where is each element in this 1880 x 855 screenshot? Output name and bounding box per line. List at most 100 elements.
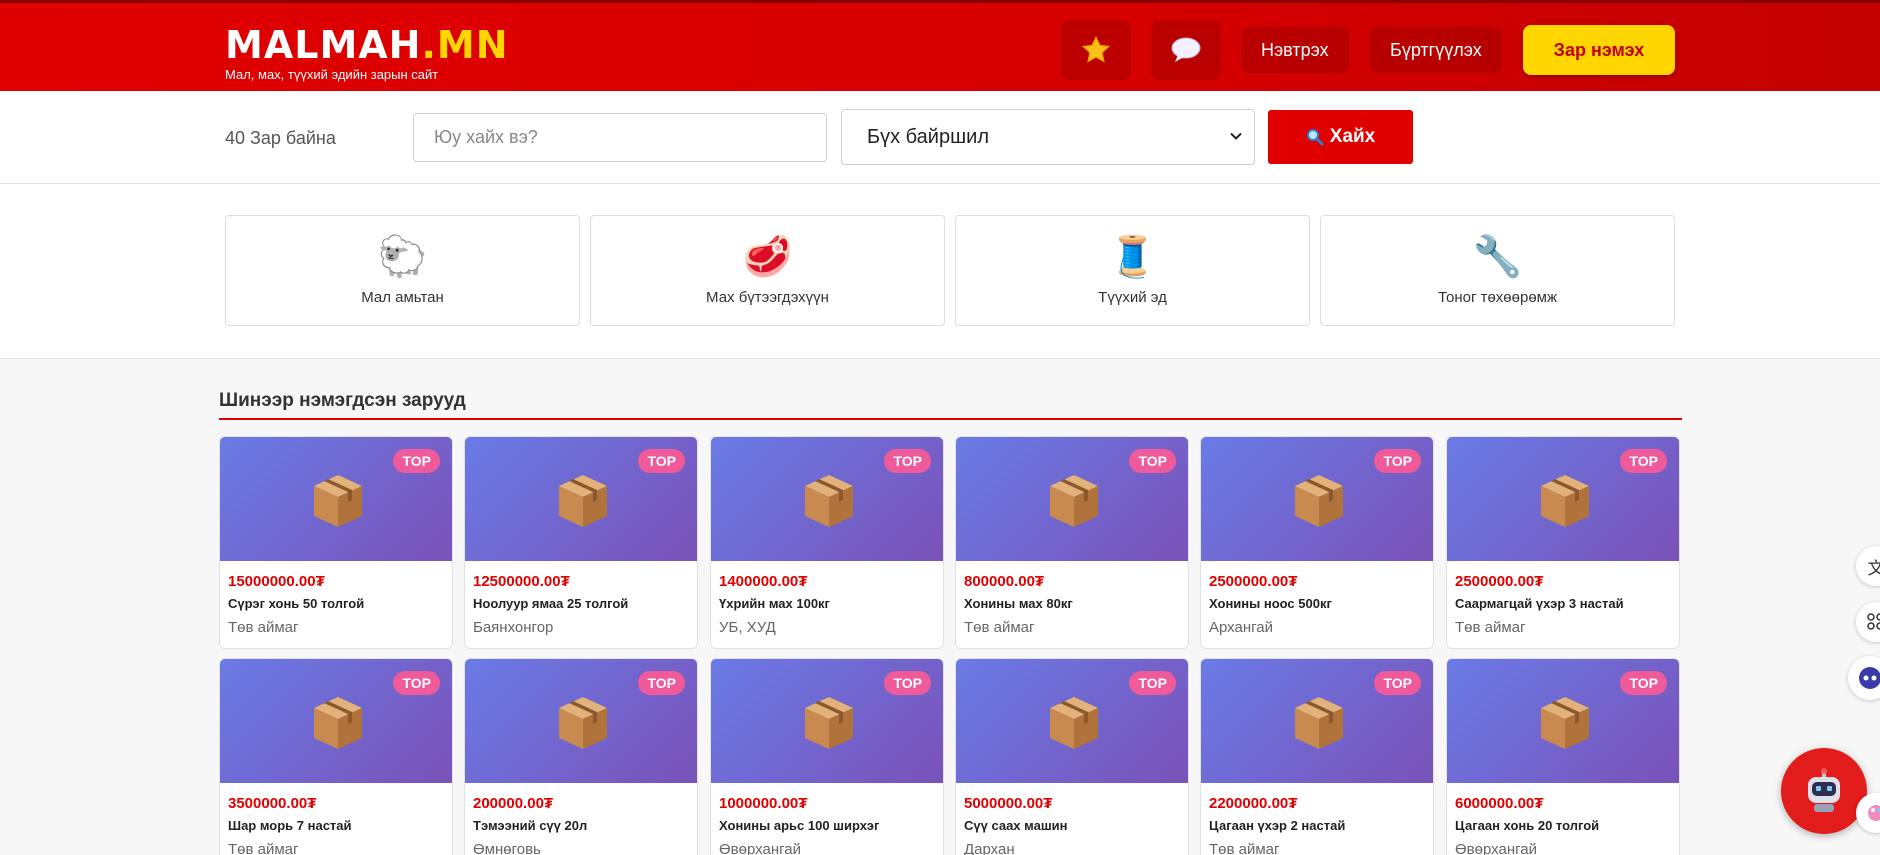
assistant-face-icon[interactable] [1848,656,1880,700]
location-select-value: Бүх байршил [867,125,989,148]
listing-location: Дархан [964,841,1015,855]
register-button[interactable]: Бүртгүүлэх [1370,27,1502,73]
listing-price: 2500000.00₮ [1455,573,1544,590]
listing-card[interactable]: TOP 200000.00₮ Тэмээний сүү 20л Өмнөговь [464,658,698,855]
listing-location: Өмнөговь [473,841,541,855]
apps-grid-icon[interactable] [1856,602,1880,642]
listing-location: Төв аймаг [228,619,299,636]
package-icon [314,697,362,749]
listing-card[interactable]: TOP 15000000.00₮ Сүрэг хонь 50 толгой Төв а… [219,436,453,649]
listing-price: 2200000.00₮ [1209,795,1298,812]
package-icon [1541,475,1589,527]
chat-bubble-icon [1171,37,1201,62]
package-icon [559,697,607,749]
chatbot-button[interactable] [1781,748,1867,834]
assistant-face-glyph [1859,667,1880,689]
package-icon [1541,697,1589,749]
listing-card[interactable]: TOP 3500000.00₮ Шар морь 7 настай Төв аймаг [219,658,453,855]
messages-button[interactable] [1151,20,1221,80]
listing-card[interactable]: TOP 5000000.00₮ Сүү саах машин Дархан [955,658,1189,855]
top-badge: TOP [1129,449,1176,473]
package-icon [1295,475,1343,527]
listing-title: Ноолуур ямаа 25 толгой [473,596,629,611]
listing-image: TOP [956,437,1188,561]
package-icon [1295,697,1343,749]
category-label: Түүхий эд [1098,289,1167,306]
category-label: Мах бүтээгдэхүүн [706,289,829,306]
category-meat-products[interactable]: 🥩 Мах бүтээгдэхүүн [590,215,945,326]
logo-wordmark: MALMAH.MN [225,23,509,67]
package-icon [1050,697,1098,749]
listing-title: Сүрэг хонь 50 толгой [228,596,365,611]
search-button[interactable]: Хайх [1268,110,1413,164]
listing-image: TOP [465,437,697,561]
search-bar: 40 Зар байна Бүх байршил Хайх [0,91,1880,184]
magnifier-icon [1306,129,1324,146]
favorites-button[interactable] [1061,20,1131,80]
listing-card[interactable]: TOP 2500000.00₮ Саармагцай үхэр 3 настай Тө… [1446,436,1680,649]
listing-image: TOP [1201,659,1433,783]
listing-price: 12500000.00₮ [473,573,570,590]
top-badge: TOP [393,671,440,695]
listing-title: Хонины арьс 100 ширхэг [719,818,880,833]
top-badge: TOP [638,671,685,695]
site-header: MALMAH.MN Мал, мах, түүхий эдийн зарын с… [0,0,1880,91]
category-livestock[interactable]: 🐑 Мал амьтан [225,215,580,326]
top-badge: TOP [1620,671,1667,695]
top-badge: TOP [1620,449,1667,473]
package-icon [1050,475,1098,527]
listing-title: Тэмээний сүү 20л [473,818,588,833]
listing-location: Төв аймаг [964,619,1035,636]
listing-location: Архангай [1209,619,1273,636]
top-badge: TOP [1129,671,1176,695]
category-raw-materials[interactable]: 🧵 Түүхий эд [955,215,1310,326]
listing-title: Хонины ноос 500кг [1209,596,1332,611]
listing-title: Сүү саах машин [964,818,1068,833]
package-icon [805,475,853,527]
sheep-icon: 🐑 [377,235,428,279]
listing-location: Төв аймаг [1455,619,1526,636]
package-icon [805,697,853,749]
listing-location: Өвөрхангай [719,841,801,855]
top-badge: TOP [393,449,440,473]
listing-price: 800000.00₮ [964,573,1045,590]
listing-price: 6000000.00₮ [1455,795,1544,812]
listing-card[interactable]: TOP 12500000.00₮ Ноолуур ямаа 25 толгой Бая… [464,436,698,649]
listing-location: Төв аймаг [228,841,299,855]
listing-price: 1400000.00₮ [719,573,808,590]
package-icon [559,475,607,527]
listing-image: TOP [711,437,943,561]
thread-spool-icon: 🧵 [1107,235,1158,279]
category-label: Мал амьтан [361,289,444,306]
listing-card[interactable]: TOP 800000.00₮ Хонины мах 80кг Төв аймаг [955,436,1189,649]
location-select[interactable]: Бүх байршил [841,109,1255,165]
search-input[interactable] [413,113,827,162]
category-label: Тоног төхөөрөмж [1437,289,1558,306]
listing-price: 200000.00₮ [473,795,554,812]
listing-location: УБ, ХУД [719,619,776,636]
listing-location: Өвөрхангай [1455,841,1537,855]
chevron-down-icon [1230,132,1242,140]
listing-card[interactable]: TOP 2200000.00₮ Цагаан үхэр 2 настай Төв ай… [1200,658,1434,855]
listing-image: TOP [1447,437,1679,561]
listing-card[interactable]: TOP 1400000.00₮ Үхрийн мах 100кг УБ, ХУД [710,436,944,649]
top-badge: TOP [884,449,931,473]
top-badge: TOP [638,449,685,473]
package-icon [314,475,362,527]
listing-price: 1000000.00₮ [719,795,808,812]
palette-glyph [1868,805,1880,821]
listing-card[interactable]: TOP 6000000.00₮ Цагаан хонь 20 толгой Өвөрх… [1446,658,1680,855]
section-divider [219,418,1682,420]
section-title: Шинээр нэмэгдсэн зарууд [219,390,466,411]
listing-image: TOP [465,659,697,783]
translate-icon[interactable]: 文 [1856,546,1880,586]
add-ad-button[interactable]: Зар нэмэх [1523,25,1675,75]
listing-card[interactable]: TOP 1000000.00₮ Хонины арьс 100 ширхэг Өвөр… [710,658,944,855]
login-button[interactable]: Нэвтрэх [1241,27,1349,73]
listing-card[interactable]: TOP 2500000.00₮ Хонины ноос 500кг Архангай [1200,436,1434,649]
robot-icon [1808,768,1840,812]
listing-image: TOP [711,659,943,783]
site-logo[interactable]: MALMAH.MN Мал, мах, түүхий эдийн зарын с… [225,25,509,82]
category-equipment[interactable]: 🔧 Тоног төхөөрөмж [1320,215,1675,326]
listing-image: TOP [1201,437,1433,561]
